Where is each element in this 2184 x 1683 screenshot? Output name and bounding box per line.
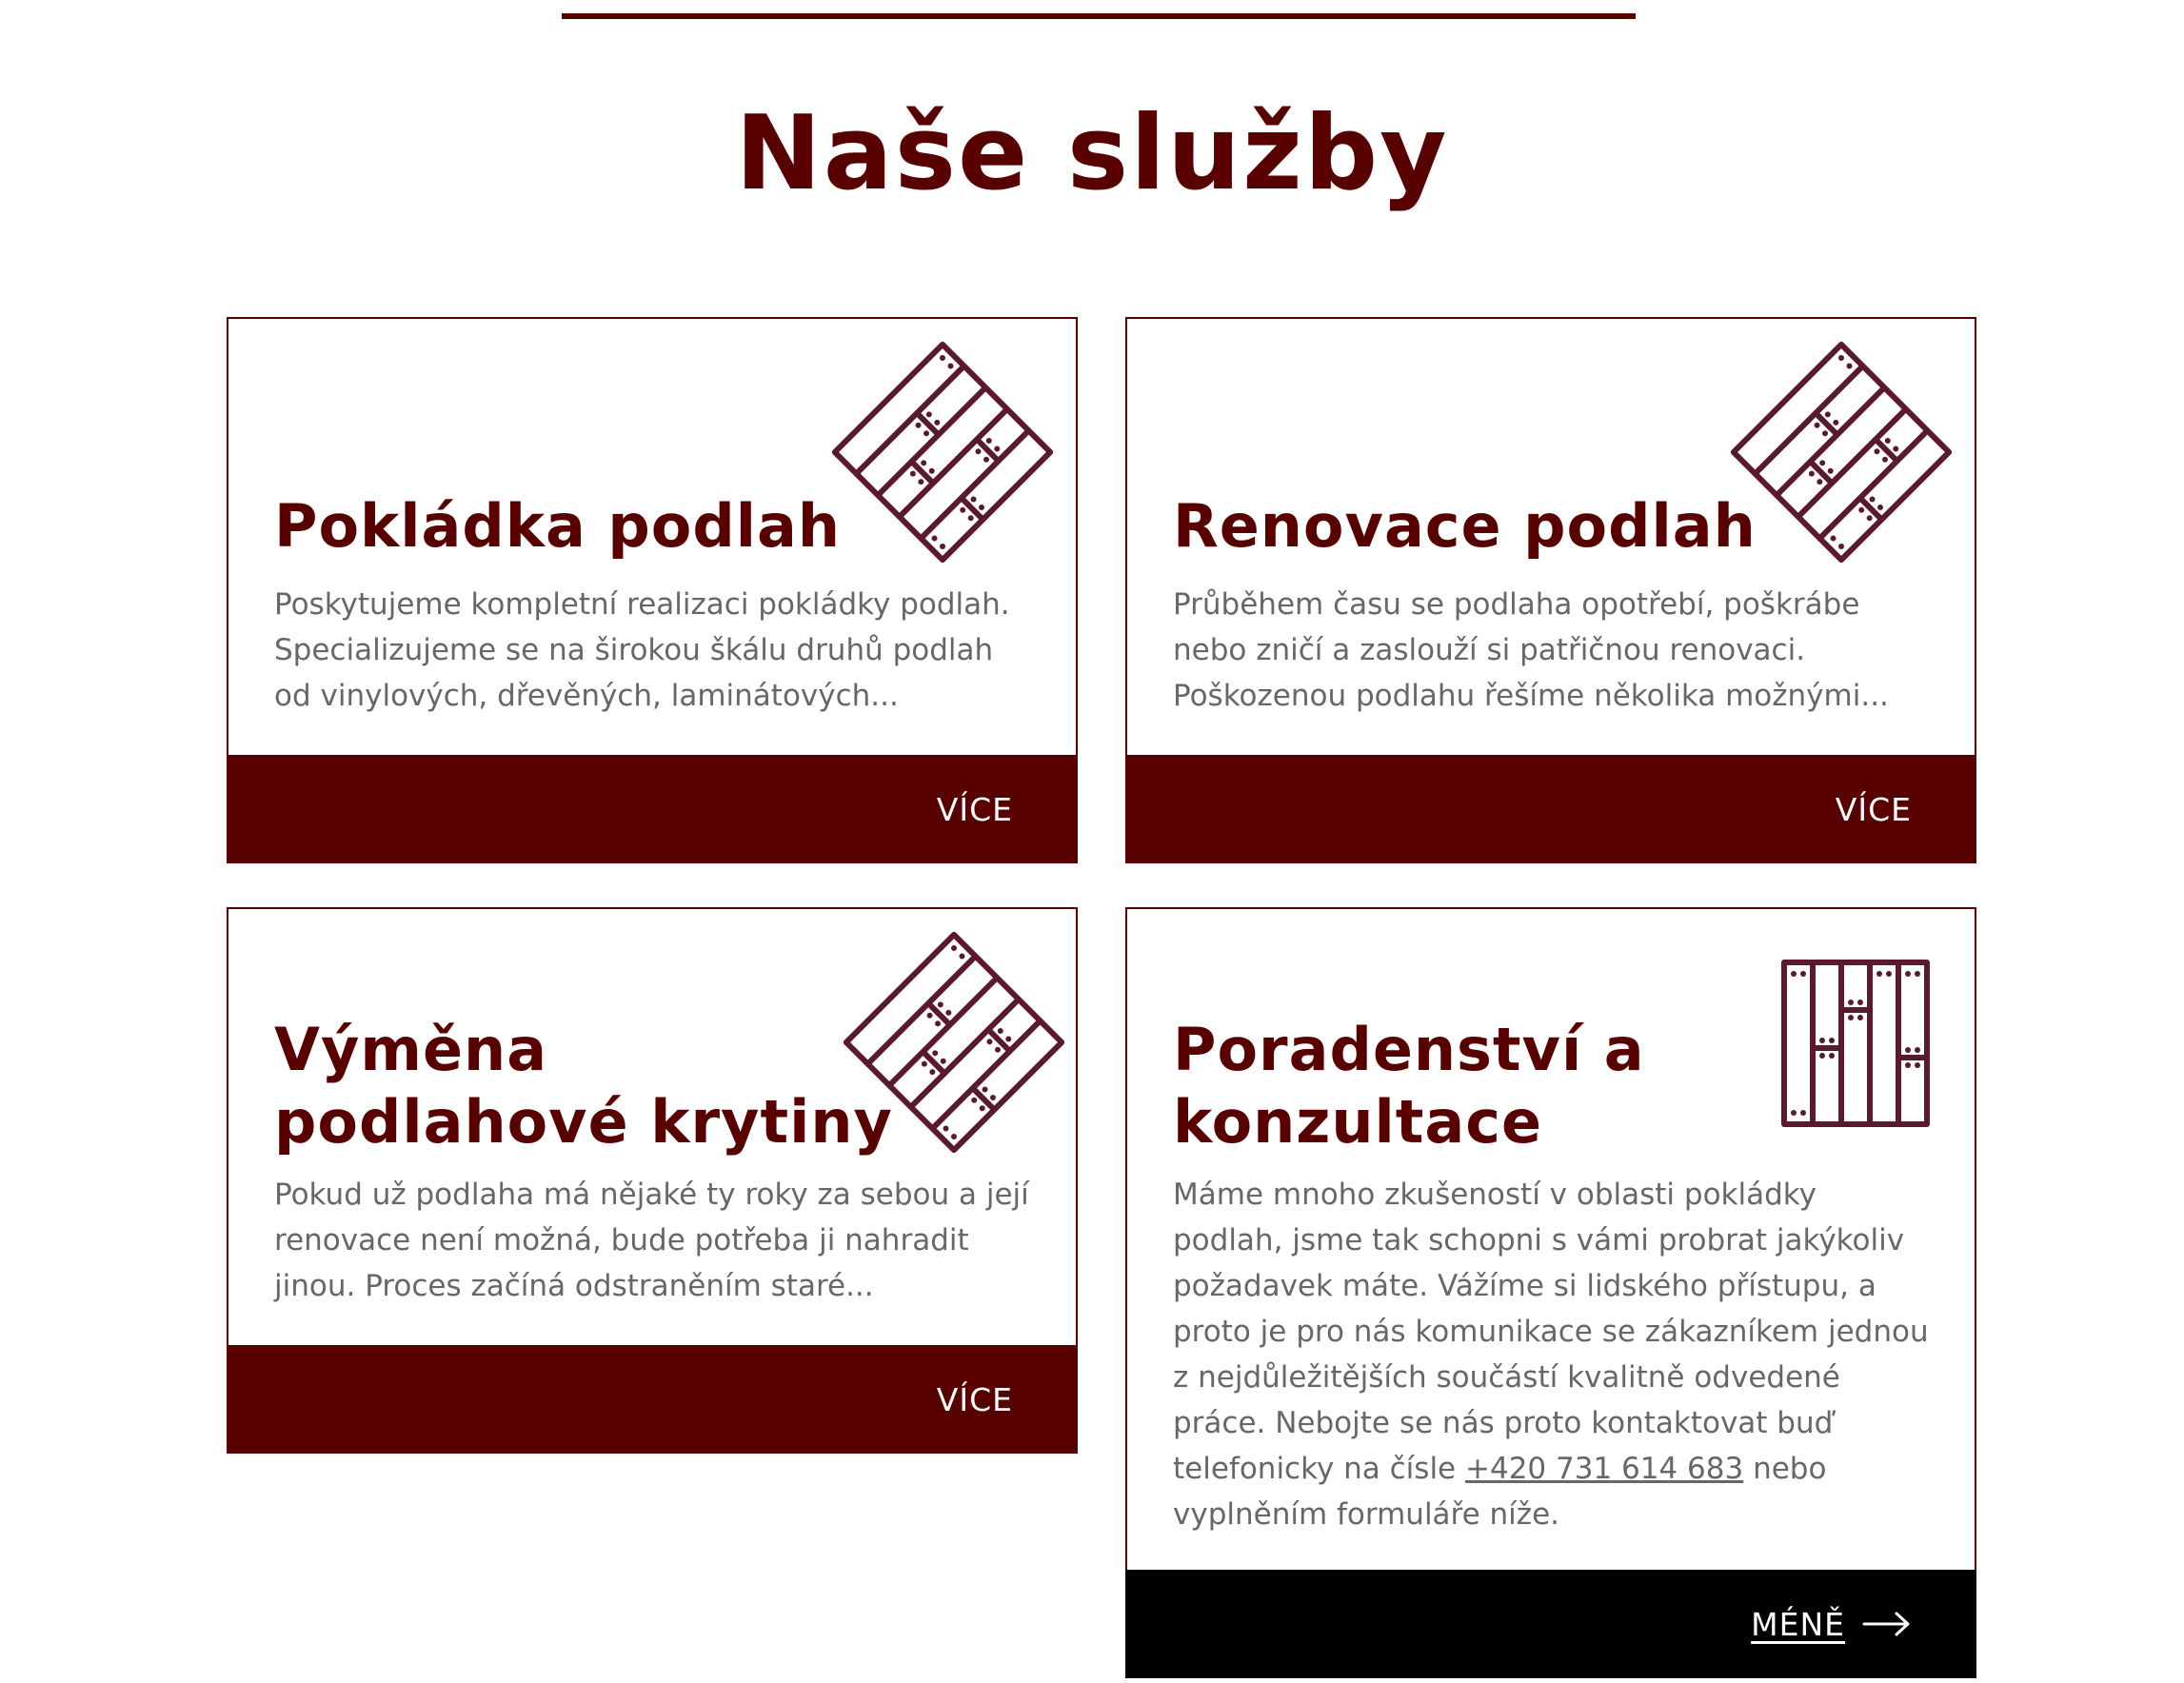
vertical-planks-icon — [1781, 960, 1930, 1127]
card-description: Poskytujeme kompletní realizaci pokládky… — [274, 587, 1010, 713]
arrow-right-icon — [1862, 1612, 1910, 1636]
service-card-pokladka: Pokládka podlah Poskytujeme kompletní re… — [227, 317, 1078, 863]
card-footer: VÍCE — [227, 1345, 1078, 1454]
card-title-line: Výměna — [274, 1015, 548, 1084]
card-title: Výměna podlahové krytiny — [274, 1014, 893, 1158]
service-card-poradenstvi: Poradenství a konzultace Máme mnoho zkuš… — [1125, 907, 1976, 1678]
card-description-text: Máme mnoho zkušeností v oblasti pokládky… — [1173, 1178, 1929, 1486]
more-button[interactable]: VÍCE — [937, 1381, 1013, 1418]
phone-link[interactable]: +420 731 614 683 — [1465, 1452, 1743, 1486]
less-button-label[interactable]: MÉNĚ — [1751, 1606, 1845, 1643]
card-title: Pokládka podlah — [274, 491, 841, 561]
service-card-renovace: Renovace podlah Průběhem času se podlaha… — [1125, 317, 1976, 863]
less-button[interactable]: MÉNĚ — [1751, 1606, 1912, 1643]
card-footer: VÍCE — [227, 755, 1078, 863]
diagonal-parquet-icon — [831, 341, 1054, 564]
service-card-vymena: Výměna podlahové krytiny Pokud už podlah… — [227, 907, 1078, 1454]
card-title: Poradenství a konzultace — [1173, 1014, 1645, 1158]
card-description: Průběhem času se podlaha opotřebí, poškr… — [1173, 587, 1889, 713]
page-title: Naše služby — [735, 94, 1449, 213]
card-title-line: Poradenství a — [1173, 1015, 1645, 1084]
diagonal-parquet-icon — [1730, 341, 1953, 564]
more-button[interactable]: VÍCE — [937, 791, 1013, 828]
card-title-line: podlahové krytiny — [274, 1087, 893, 1157]
card-footer: VÍCE — [1125, 755, 1976, 863]
card-description: Pokud už podlaha má nějaké ty roky za se… — [274, 1178, 1029, 1303]
card-title: Renovace podlah — [1173, 491, 1757, 561]
card-title-line: konzultace — [1173, 1087, 1543, 1157]
card-description: Máme mnoho zkušeností v oblasti pokládky… — [1173, 1172, 1935, 1537]
card-footer: MÉNĚ — [1125, 1570, 1976, 1678]
more-button[interactable]: VÍCE — [1836, 791, 1912, 828]
top-divider — [562, 13, 1636, 19]
